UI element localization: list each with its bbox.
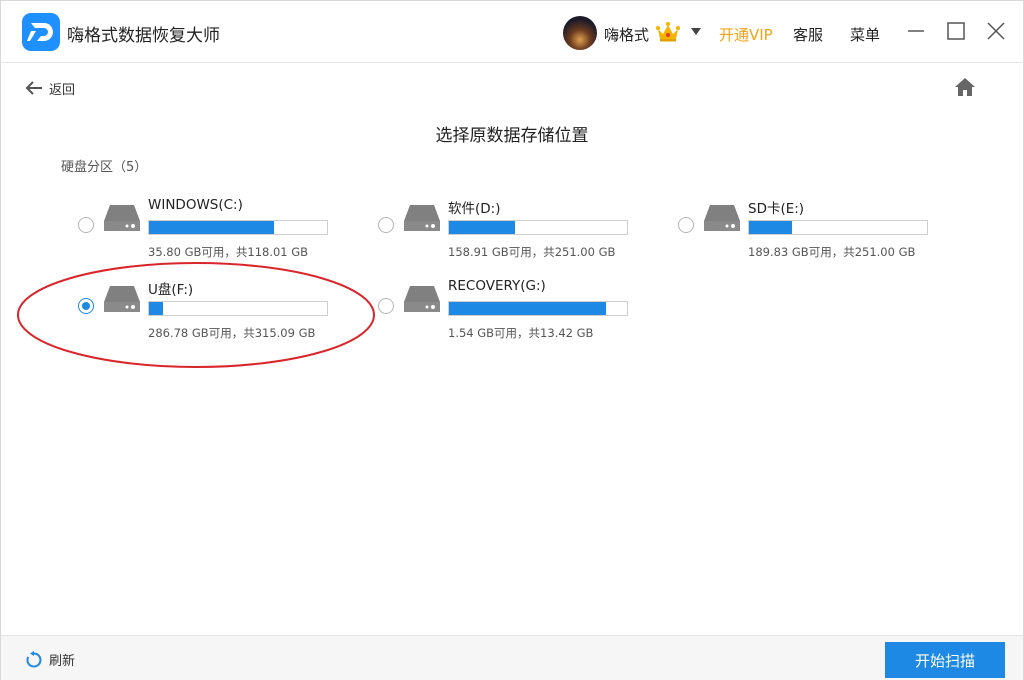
drive-item-c[interactable]: WINDOWS(C:) 35.80 GB可用，共118.01 GB [78, 197, 368, 267]
maximize-icon[interactable] [944, 19, 968, 43]
drive-usage-fill [149, 221, 274, 234]
minimize-icon[interactable] [904, 19, 928, 43]
hard-drive-icon [104, 205, 140, 231]
drive-size-text: 1.54 GB可用，共13.42 GB [448, 326, 594, 340]
drive-usage-bar [748, 220, 928, 235]
drive-radio[interactable] [378, 217, 394, 233]
vip-link[interactable]: 开通VIP [719, 24, 773, 45]
drive-usage-bar [148, 301, 328, 316]
drive-size-text: 158.91 GB可用，共251.00 GB [448, 245, 616, 259]
drive-size-text: 189.83 GB可用，共251.00 GB [748, 245, 916, 259]
drive-item-d[interactable]: 软件(D:) 158.91 GB可用，共251.00 GB [378, 197, 668, 267]
page-title: 选择原数据存储位置 [435, 126, 589, 146]
app-window: 嗨格式数据恢复大师 嗨格式 开通VIP 客服 菜单 返回 选择原数据存储位置 硬… [0, 0, 1024, 680]
drive-usage-bar [448, 301, 628, 316]
close-icon[interactable] [984, 19, 1008, 43]
hard-drive-icon [404, 286, 440, 312]
user-avatar[interactable] [563, 16, 597, 50]
user-name[interactable]: 嗨格式 [604, 24, 649, 45]
drive-item-e[interactable]: SD卡(E:) 189.83 GB可用，共251.00 GB [678, 197, 968, 267]
hard-drive-icon [704, 205, 740, 231]
title-bar: 嗨格式数据恢复大师 嗨格式 开通VIP 客服 菜单 [1, 1, 1023, 63]
drive-name: 软件(D:) [448, 201, 501, 217]
customer-service-link[interactable]: 客服 [793, 24, 823, 45]
drive-usage-bar [448, 220, 628, 235]
start-scan-button[interactable]: 开始扫描 [885, 642, 1005, 678]
drive-name: U盘(F:) [148, 282, 194, 298]
refresh-button[interactable]: 刷新 [25, 650, 75, 669]
app-title: 嗨格式数据恢复大师 [67, 26, 220, 46]
home-icon[interactable] [953, 76, 977, 98]
hard-drive-icon [404, 205, 440, 231]
back-label: 返回 [49, 82, 76, 98]
crown-icon [656, 22, 680, 42]
partition-section-label: 硬盘分区（5） [61, 160, 148, 175]
drive-usage-fill [149, 302, 164, 315]
drive-item-f[interactable]: U盘(F:) 286.78 GB可用，共315.09 GB [78, 278, 368, 348]
menu-link[interactable]: 菜单 [850, 24, 880, 45]
arrow-left-icon [25, 81, 42, 95]
drive-name: RECOVERY(G:) [448, 278, 546, 294]
drive-usage-bar [148, 220, 328, 235]
drive-name: SD卡(E:) [748, 201, 805, 217]
hard-drive-icon [104, 286, 140, 312]
drive-usage-fill [449, 221, 515, 234]
refresh-label: 刷新 [49, 654, 76, 669]
back-button[interactable]: 返回 [25, 77, 75, 99]
drive-name: WINDOWS(C:) [148, 197, 243, 213]
drive-item-g[interactable]: RECOVERY(G:) 1.54 GB可用，共13.42 GB [378, 278, 668, 348]
drive-radio[interactable] [378, 298, 394, 314]
user-dropdown-icon[interactable] [691, 28, 701, 35]
drive-size-text: 35.80 GB可用，共118.01 GB [148, 245, 309, 259]
refresh-icon [26, 650, 42, 667]
drive-radio[interactable] [78, 217, 94, 233]
drive-usage-fill [749, 221, 792, 234]
footer-bar: 刷新 开始扫描 [1, 635, 1023, 680]
drive-radio[interactable] [78, 298, 94, 314]
drive-radio[interactable] [678, 217, 694, 233]
drive-size-text: 286.78 GB可用，共315.09 GB [148, 326, 316, 340]
app-logo-icon [22, 13, 60, 51]
drive-usage-fill [449, 302, 606, 315]
